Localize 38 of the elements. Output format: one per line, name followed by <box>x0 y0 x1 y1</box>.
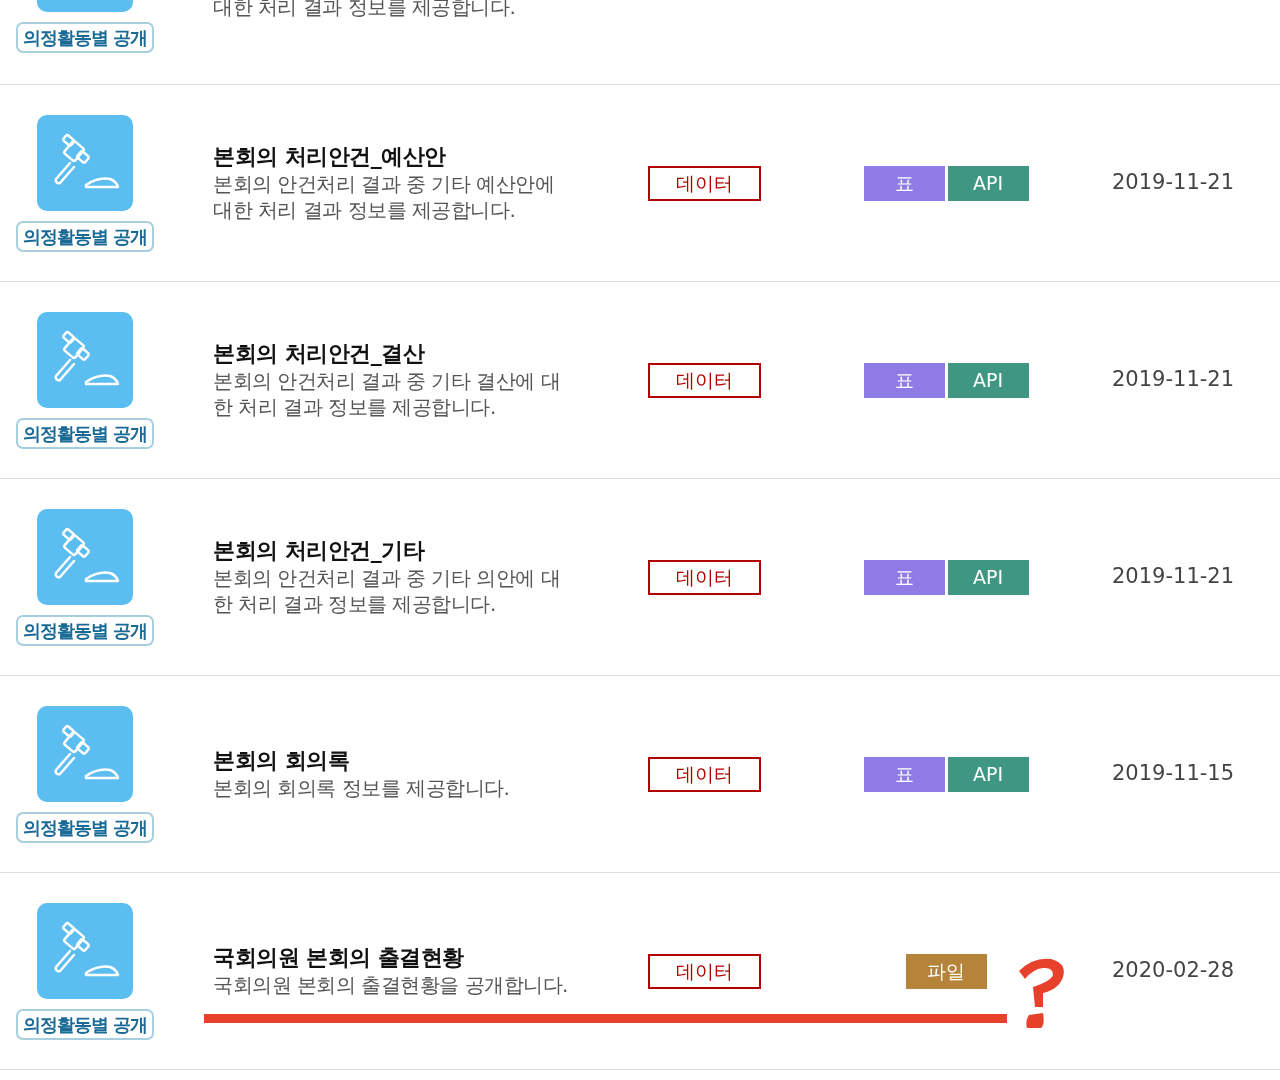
format-badge[interactable]: 파일 <box>905 953 987 989</box>
dataset-title[interactable]: 본회의 처리안건_결산 <box>213 340 605 368</box>
category-tag: 의정활동별 공개 <box>16 417 154 449</box>
dataset-title[interactable]: 국회의원 본회의 출결현황 <box>213 944 605 972</box>
dataset-description: 국회의원 본회의 출결현황을 공개합니다. <box>213 972 569 998</box>
dataset-title[interactable]: 본회의 처리안건_예산안 <box>213 143 605 171</box>
dataset-title[interactable]: 본회의 회의록 <box>213 747 605 775</box>
data-type-badge: 데이터 <box>648 756 761 792</box>
date-text: 2019-11-21 <box>1112 169 1235 197</box>
date-text: 2019-11-15 <box>1112 760 1235 788</box>
dataset-description: 본회의 안건처리 결과 중 기타 의안에 대 <box>213 565 562 591</box>
category-tag: 의정활동별 공개 <box>16 614 154 646</box>
dataset-description: 한 처리 결과 정보를 제공합니다. <box>213 591 497 617</box>
category-tag: 의정활동별 공개 <box>16 22 154 53</box>
format-badge[interactable]: 표 <box>863 165 945 201</box>
data-type-badge: 데이터 <box>648 953 761 989</box>
data-type-badge: 데이터 <box>648 559 761 595</box>
date-text: 2020-02-28 <box>1112 957 1235 985</box>
format-badge[interactable]: API <box>947 559 1029 595</box>
format-badge[interactable]: 표 <box>863 362 945 398</box>
data-type-badge: 데이터 <box>648 165 761 201</box>
format-badge[interactable]: API <box>947 362 1029 398</box>
date-text: 2019-11-21 <box>1112 563 1235 591</box>
category-tag: 의정활동별 공개 <box>16 811 154 843</box>
category-tag: 의정활동별 공개 <box>16 1008 154 1040</box>
dataset-description: 본회의 회의록 정보를 제공합니다. <box>213 775 511 801</box>
dataset-description: 본회의 안건처리 결과 중 기타 예산안에 <box>213 171 556 197</box>
format-badge[interactable]: API <box>947 165 1029 201</box>
dataset-title[interactable]: 본회의 처리안건_기타 <box>213 537 605 565</box>
dataset-description: 본회의 안건처리 결과 중 기타 결산에 대 <box>213 368 562 394</box>
dataset-description: 한 처리 결과 정보를 제공합니다. <box>213 394 497 420</box>
dataset-description: 대한 처리 결과 정보를 제공합니다. <box>213 197 517 223</box>
format-badge[interactable]: API <box>947 756 1029 792</box>
format-badge[interactable]: 표 <box>863 559 945 595</box>
category-tag: 의정활동별 공개 <box>16 220 154 252</box>
data-type-badge: 데이터 <box>648 362 761 398</box>
date-text: 2019-11-21 <box>1112 366 1235 394</box>
format-badge[interactable]: 표 <box>863 756 945 792</box>
